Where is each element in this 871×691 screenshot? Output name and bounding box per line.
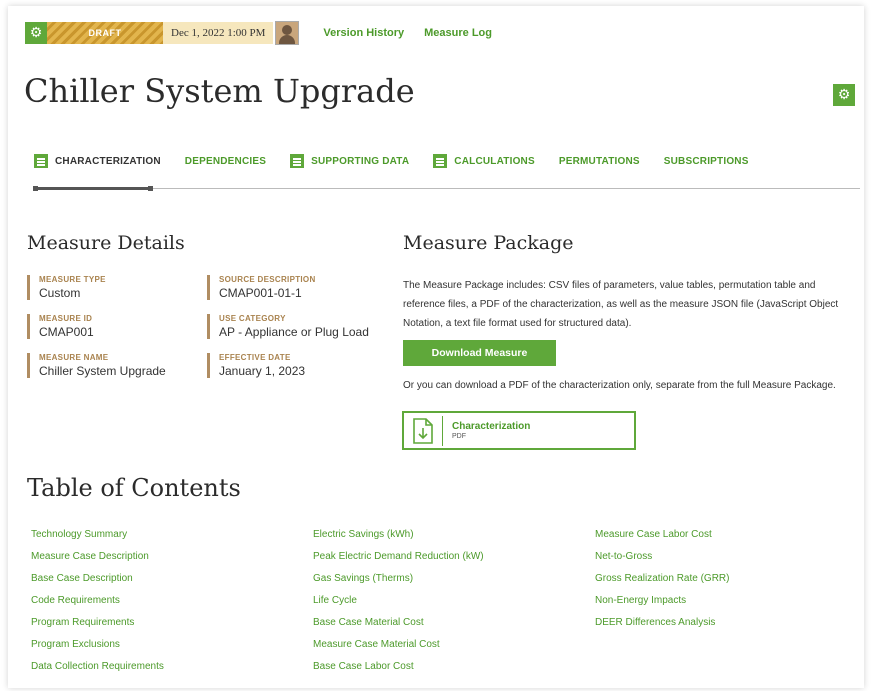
tab-label: SUBSCRIPTIONS (663, 155, 749, 167)
detail-value: Chiller System Upgrade (39, 364, 166, 378)
toc-link-measure-case-labor-cost[interactable]: Measure Case Labor Cost (595, 526, 729, 548)
download-measure-button[interactable]: Download Measure (403, 340, 556, 366)
toc-link-non-energy-impacts[interactable]: Non-Energy Impacts (595, 592, 729, 614)
status-badge: DRAFT (47, 22, 163, 44)
top-bar: ⚙ DRAFT Dec 1, 2022 1:00 PM Version Hist… (25, 18, 492, 48)
toc-column-2: Electric Savings (kWh) Peak Electric Dem… (313, 526, 484, 680)
file-name: Characterization (452, 421, 531, 432)
tab-bar: CHARACTERIZATION DEPENDENCIES SUPPORTING… (34, 154, 773, 168)
detail-label: SOURCE DESCRIPTION (219, 275, 316, 284)
tab-dependencies[interactable]: DEPENDENCIES (185, 156, 266, 167)
toc-link-peak-demand-reduction[interactable]: Peak Electric Demand Reduction (kW) (313, 548, 484, 570)
toc-link-base-case-description[interactable]: Base Case Description (31, 570, 164, 592)
tab-label: PERMUTATIONS (558, 155, 640, 167)
tab-label: CHARACTERIZATION (55, 155, 161, 167)
file-download-icon (413, 417, 433, 444)
detail-use-category: USE CATEGORY AP - Appliance or Plug Load (207, 314, 369, 339)
toc-link-program-exclusions[interactable]: Program Exclusions (31, 636, 164, 658)
detail-value: CMAP001 (39, 325, 94, 339)
file-text: Characterization PDF (452, 421, 530, 440)
toc-link-measure-case-description[interactable]: Measure Case Description (31, 548, 164, 570)
tab-divider (34, 188, 860, 189)
detail-value: Custom (39, 286, 81, 300)
tab-supporting-data[interactable]: SUPPORTING DATA (290, 154, 409, 168)
toc-title: Table of Contents (27, 474, 241, 502)
characterization-pdf-download[interactable]: Characterization PDF (402, 411, 636, 450)
toc-link-program-requirements[interactable]: Program Requirements (31, 614, 164, 636)
active-tab-indicator (33, 186, 153, 191)
detail-label: MEASURE ID (39, 314, 93, 323)
detail-source-description: SOURCE DESCRIPTION CMAP001-01-1 (207, 275, 316, 300)
toc-link-net-to-gross[interactable]: Net-to-Gross (595, 548, 729, 570)
toc-link-base-case-labor-cost[interactable]: Base Case Labor Cost (313, 658, 484, 680)
page-title: Chiller System Upgrade (24, 72, 415, 110)
toc-link-life-cycle[interactable]: Life Cycle (313, 592, 484, 614)
list-icon (290, 154, 305, 168)
tab-permutations[interactable]: PERMUTATIONS (559, 156, 640, 167)
toc-link-technology-summary[interactable]: Technology Summary (31, 526, 164, 548)
tab-calculations[interactable]: CALCULATIONS (433, 154, 535, 168)
list-icon (34, 154, 48, 168)
settings-gear-icon[interactable]: ⚙ (25, 22, 47, 44)
toc-link-code-requirements[interactable]: Code Requirements (31, 592, 164, 614)
version-date: Dec 1, 2022 1:00 PM (163, 22, 274, 44)
detail-label: EFFECTIVE DATE (219, 353, 291, 362)
measure-details-title: Measure Details (27, 232, 185, 254)
avatar (275, 21, 300, 45)
toc-link-data-collection-requirements[interactable]: Data Collection Requirements (31, 658, 164, 680)
detail-value: AP - Appliance or Plug Load (219, 325, 369, 339)
list-icon (433, 154, 448, 168)
tab-label: SUPPORTING DATA (311, 155, 410, 167)
measure-package-title: Measure Package (403, 232, 574, 254)
tab-label: DEPENDENCIES (184, 155, 267, 167)
tab-subscriptions[interactable]: SUBSCRIPTIONS (664, 156, 749, 167)
toc-link-deer-differences-analysis[interactable]: DEER Differences Analysis (595, 614, 729, 636)
measure-log-link[interactable]: Measure Log (424, 27, 492, 39)
toc-link-base-case-material-cost[interactable]: Base Case Material Cost (313, 614, 484, 636)
file-type: PDF (452, 433, 466, 440)
toc-link-measure-case-material-cost[interactable]: Measure Case Material Cost (313, 636, 484, 658)
tab-label: CALCULATIONS (454, 155, 535, 167)
detail-effective-date: EFFECTIVE DATE January 1, 2023 (207, 353, 305, 378)
tab-characterization[interactable]: CHARACTERIZATION (34, 154, 161, 168)
detail-measure-name: MEASURE NAME Chiller System Upgrade (27, 353, 166, 378)
detail-measure-type: MEASURE TYPE Custom (27, 275, 106, 300)
toc-link-gas-savings[interactable]: Gas Savings (Therms) (313, 570, 484, 592)
detail-value: CMAP001-01-1 (219, 286, 302, 300)
detail-label: MEASURE NAME (39, 353, 109, 362)
toc-column-1: Technology Summary Measure Case Descript… (31, 526, 164, 680)
toc-link-gross-realization-rate[interactable]: Gross Realization Rate (GRR) (595, 570, 729, 592)
toc-column-3: Measure Case Labor Cost Net-to-Gross Gro… (595, 526, 729, 636)
version-history-link[interactable]: Version History (323, 27, 404, 39)
detail-label: USE CATEGORY (219, 314, 286, 323)
detail-label: MEASURE TYPE (39, 275, 106, 284)
detail-value: January 1, 2023 (219, 364, 306, 378)
measure-package-description: The Measure Package includes: CSV files … (403, 280, 839, 329)
page-settings-gear-icon[interactable]: ⚙ (833, 84, 855, 106)
detail-measure-id: MEASURE ID CMAP001 (27, 314, 94, 339)
toc-link-electric-savings[interactable]: Electric Savings (kWh) (313, 526, 484, 548)
pdf-only-note: Or you can download a PDF of the charact… (403, 380, 836, 391)
card-separator (442, 415, 443, 446)
